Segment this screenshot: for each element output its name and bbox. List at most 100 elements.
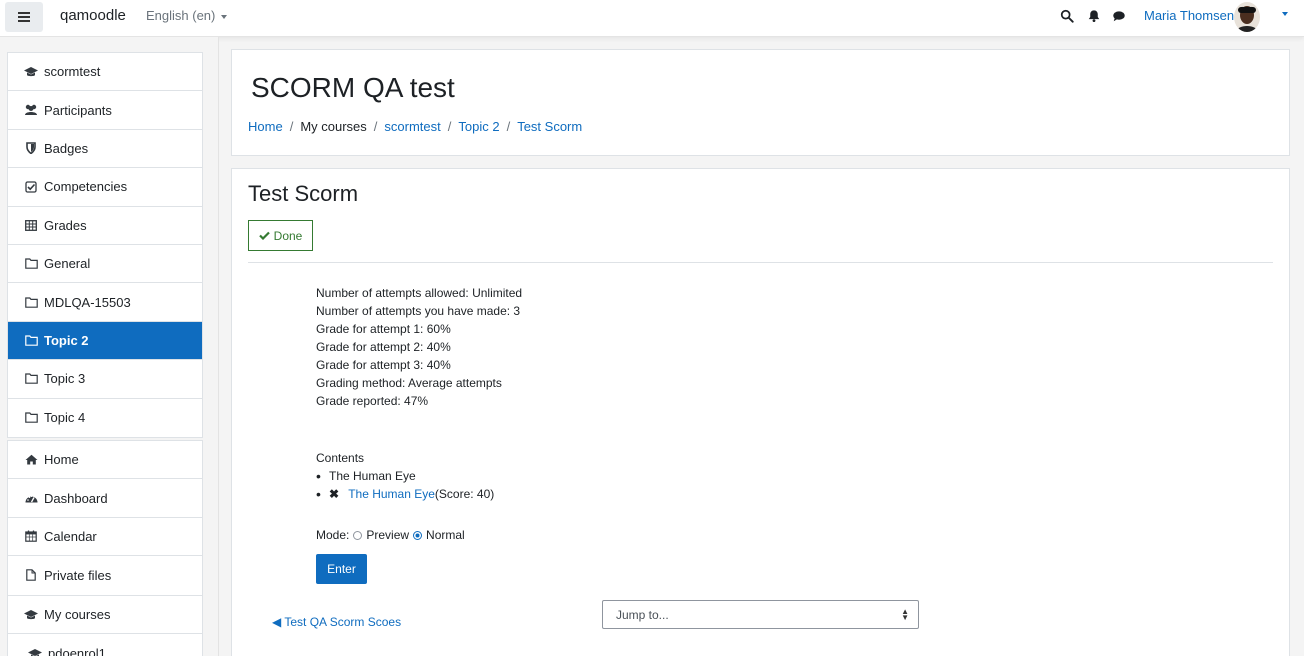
mode-selector: Mode: Preview Normal: [316, 528, 465, 542]
close-icon: ✖: [329, 487, 340, 501]
sidebar-item-label: General: [44, 256, 91, 272]
chat-icon[interactable]: [1112, 9, 1126, 23]
sidebar-item-grades[interactable]: Grades: [8, 207, 202, 245]
sidebar-item-label: Topic 3: [44, 371, 86, 387]
sco-link[interactable]: The Human Eye: [348, 487, 435, 501]
sidebar-item-topic-3[interactable]: Topic 3: [8, 360, 202, 399]
breadcrumb-separator: /: [289, 119, 294, 134]
sidebar-item-competencies[interactable]: Competencies: [8, 168, 202, 207]
graduation-cap-icon: [24, 608, 38, 622]
breadcrumb: Home / My courses / scormtest / Topic 2 …: [248, 119, 582, 134]
grade-attempt-3: Grade for attempt 3: 40%: [316, 358, 451, 372]
language-menu[interactable]: English (en): [146, 8, 228, 23]
menu-toggle-button[interactable]: [5, 2, 43, 32]
mode-preview-label[interactable]: Preview: [366, 528, 409, 542]
sidebar-item-label: Private files: [44, 567, 112, 583]
sidebar-item-label: scormtest: [44, 64, 101, 80]
contents-list: The Human Eye ✖ The Human Eye(Score: 40): [316, 467, 494, 503]
sidebar-item-label: Grades: [44, 217, 87, 233]
sidebar-item-pdoenrol1[interactable]: pdoenrol1: [8, 634, 202, 656]
mode-label: Mode:: [316, 528, 350, 542]
site-nav-group: Home Dashboard Calendar Private files: [7, 440, 203, 596]
sidebar-item-label: Participants: [44, 102, 112, 118]
top-navbar: qamoodle English (en) Maria Thomsen: [0, 0, 1304, 37]
sidebar-item-label: Dashboard: [44, 490, 108, 506]
sidebar-item-label: Competencies: [44, 179, 128, 195]
sidebar-item-dashboard[interactable]: Dashboard: [8, 479, 202, 518]
check-icon: [258, 231, 270, 240]
grade-attempt-1: Grade for attempt 1: 60%: [316, 322, 451, 336]
chevron-down-icon: [221, 14, 228, 19]
dashboard-icon: [24, 491, 38, 505]
search-icon[interactable]: [1060, 9, 1074, 23]
mode-normal-radio[interactable]: [413, 530, 423, 540]
folder-icon: [24, 295, 38, 309]
list-item: The Human Eye: [316, 467, 494, 485]
sidebar-item-topic-2[interactable]: Topic 2: [8, 321, 202, 361]
prev-activity-label: Test QA Scorm Scoes: [284, 615, 402, 629]
user-menu-chevron-icon[interactable]: [1282, 12, 1288, 16]
sco-score: (Score: 40): [434, 487, 495, 501]
breadcrumb-test-scorm[interactable]: Test Scorm: [517, 119, 582, 134]
shield-icon: [24, 141, 38, 155]
user-menu-name[interactable]: Maria Thomsen: [1144, 8, 1234, 23]
sidebar-item-my-courses[interactable]: My courses: [8, 596, 202, 635]
enter-button[interactable]: Enter: [316, 554, 367, 584]
sidebar-item-general[interactable]: General: [8, 245, 202, 284]
attempts-allowed: Number of attempts allowed: Unlimited: [316, 286, 523, 300]
attempt-info: Number of attempts allowed: Unlimited Nu…: [316, 284, 522, 410]
sidebar-item-private-files[interactable]: Private files: [8, 556, 202, 594]
main-content: Test Scorm Done Number of attempts allow…: [231, 168, 1290, 656]
sidebar-item-badges[interactable]: Badges: [8, 130, 202, 169]
sidebar-item-label: Calendar: [44, 528, 97, 544]
folder-icon: [24, 372, 38, 386]
sidebar-item-label: My courses: [44, 607, 111, 623]
contents-label: Contents: [316, 451, 365, 465]
sort-arrows-icon: ▲ ▼: [901, 607, 909, 622]
folder-icon: [24, 411, 38, 425]
sidebar-item-home[interactable]: Home: [8, 441, 202, 480]
file-icon: [24, 568, 38, 582]
my-courses-group: My courses pdoenrol1: [7, 595, 203, 656]
sidebar-item-label: Topic 4: [44, 410, 86, 426]
contents-section: Contents The Human Eye ✖ The Human Eye(S…: [316, 449, 494, 503]
mode-normal-label[interactable]: Normal: [426, 528, 465, 542]
grade-attempt-2: Grade for attempt 2: 40%: [316, 340, 451, 354]
done-button[interactable]: Done: [248, 220, 313, 251]
users-icon: [24, 103, 38, 117]
triangle-left-icon: ◀: [272, 615, 282, 629]
jump-to-select[interactable]: Jump to... ▲ ▼: [602, 600, 919, 629]
divider: [248, 262, 1273, 263]
breadcrumb-topic-2[interactable]: Topic 2: [458, 119, 499, 134]
table-icon: [24, 218, 38, 232]
nav-drawer: scormtest Participants Badges Competenci…: [0, 37, 219, 656]
home-icon: [24, 453, 38, 467]
page-header: SCORM QA test Home / My courses / scormt…: [231, 49, 1290, 156]
sidebar-item-label: Topic 2: [44, 332, 89, 348]
grading-method: Grading method: Average attempts: [316, 376, 502, 390]
attempts-made: Number of attempts you have made: 3: [316, 304, 521, 318]
graduation-cap-icon: [28, 647, 42, 656]
breadcrumb-scormtest[interactable]: scormtest: [384, 119, 440, 134]
sidebar-item-participants[interactable]: Participants: [8, 91, 202, 130]
sidebar-item-topic-4[interactable]: Topic 4: [8, 399, 202, 437]
language-label: English (en): [146, 8, 216, 23]
jump-to-value: Jump to...: [616, 607, 669, 622]
breadcrumb-separator: /: [447, 119, 452, 134]
mode-preview-radio[interactable]: [353, 530, 363, 540]
breadcrumb-home[interactable]: Home: [248, 119, 283, 134]
bell-icon[interactable]: [1087, 9, 1101, 23]
sidebar-item-scormtest[interactable]: scormtest: [8, 53, 202, 92]
page-title: SCORM QA test: [251, 72, 455, 103]
sidebar-item-mdlqa-15503[interactable]: MDLQA-15503: [8, 283, 202, 322]
sidebar-item-label: pdoenrol1: [48, 646, 106, 656]
site-brand[interactable]: qamoodle: [60, 7, 126, 24]
list-item: ✖ The Human Eye(Score: 40): [316, 485, 494, 503]
prev-activity-link[interactable]: ◀ Test QA Scorm Scoes: [272, 615, 401, 629]
sidebar-item-calendar[interactable]: Calendar: [8, 518, 202, 557]
graduation-cap-icon: [24, 65, 38, 79]
folder-icon: [24, 333, 38, 347]
avatar[interactable]: [1234, 2, 1260, 32]
sidebar-item-label: MDLQA-15503: [44, 294, 131, 310]
calendar-icon: [24, 529, 38, 543]
